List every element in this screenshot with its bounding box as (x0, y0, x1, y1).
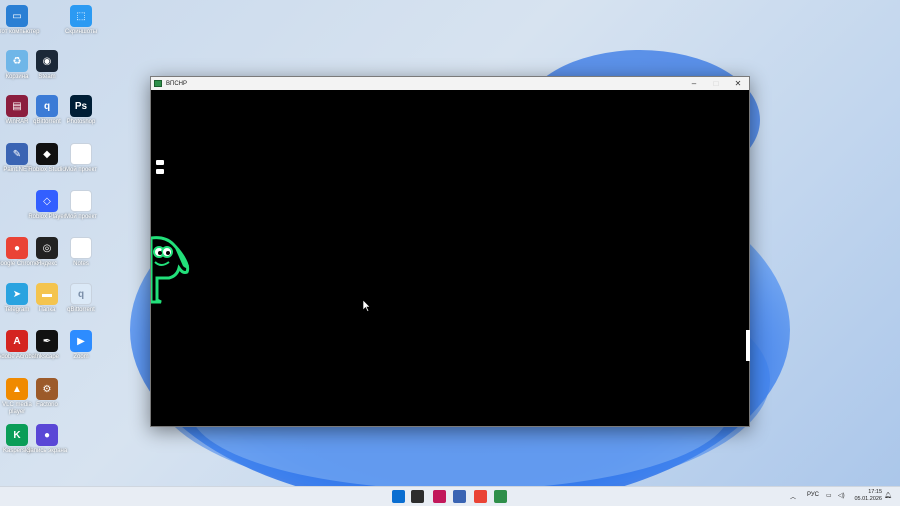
start-button[interactable] (392, 490, 405, 503)
minimize-button[interactable]: – (683, 77, 705, 90)
desktop-icon-label: Photoshop (66, 119, 96, 125)
maximize-button: □ (713, 79, 719, 88)
desktop-icon-label: qBittorrent (67, 307, 95, 313)
qbittorrent-icon: q (36, 95, 58, 117)
desktop-icon[interactable]: ● Запись экрана (24, 424, 70, 455)
desktop-icon[interactable]: ▭ Этот компьютер (0, 5, 40, 36)
file-icon (70, 190, 92, 212)
clock-date: 05.01.2026 (854, 496, 882, 502)
paint-button[interactable] (453, 490, 466, 503)
clock-time: 17:15 (868, 489, 882, 495)
inkscape-icon: ✒ (36, 330, 58, 352)
zoom-icon: ▶ (70, 330, 92, 352)
desktop-icon-label: Zoom (73, 354, 89, 360)
desktop-icon[interactable]: Notes (58, 237, 104, 268)
game-window[interactable]: ВПСНР – □ ✕ (150, 76, 750, 427)
close-button[interactable]: ✕ (727, 77, 749, 90)
file-explorer-button[interactable] (411, 490, 424, 503)
desktop-icon[interactable]: Мой проект (58, 143, 104, 174)
roblox-studio-icon: ◆ (36, 143, 58, 165)
tray-chevron-icon[interactable]: ︿ (790, 492, 796, 501)
desktop-icon[interactable]: ⬚ Скриншоты (58, 5, 104, 36)
network-icon[interactable]: ▭ (826, 492, 832, 499)
desktop-icon-label: Скриншоты (64, 29, 98, 35)
desktop-icon-label: Notes (73, 261, 89, 267)
desktop-icon-label: Steam (38, 74, 56, 80)
notifications-icon[interactable]: 🔔︎ (884, 492, 892, 499)
desktop-icon[interactable]: Мой проект (58, 190, 104, 221)
photoshop-icon: Ps (70, 95, 92, 117)
language-indicator[interactable]: РУС (807, 492, 819, 498)
yandex-icon: ◎ (36, 237, 58, 259)
game-window-button[interactable] (494, 490, 507, 503)
desktop-icon-label: Этот компьютер (0, 29, 40, 35)
mouse-cursor-icon (363, 300, 371, 312)
computer-icon: ▭ (6, 5, 28, 27)
folder-icon: ▬ (36, 283, 58, 305)
screen-record-icon: ● (36, 424, 58, 446)
desktop-icon[interactable]: ⚙ Factorio (24, 378, 70, 409)
window-titlebar[interactable]: ВПСНР – □ ✕ (151, 77, 749, 90)
qbittorrent-icon: q (70, 283, 92, 305)
desktop-icon-label: Мой проект (64, 167, 98, 173)
life-block (156, 160, 164, 165)
paddle (746, 330, 750, 361)
desktop-icon-label: Factorio (36, 402, 58, 408)
roblox-player-icon: ◇ (36, 190, 58, 212)
factorio-icon: ⚙ (36, 378, 58, 400)
desktop-icon[interactable]: ◉ Steam (24, 50, 70, 81)
app-button-red[interactable] (433, 490, 446, 503)
volume-icon[interactable]: ◁) (838, 492, 845, 499)
green-creature-sprite (151, 236, 190, 304)
taskbar: ︿ РУС ▭ ◁) 17:15 05.01.2026 🔔︎ (0, 486, 900, 506)
desktop-icon[interactable]: Ps Photoshop (58, 95, 104, 126)
game-app-icon (154, 80, 162, 87)
desktop-icon[interactable]: q qBittorrent (58, 283, 104, 314)
chrome-button[interactable] (474, 490, 487, 503)
life-block (156, 169, 164, 174)
steam-icon: ◉ (36, 50, 58, 72)
file-icon (70, 143, 92, 165)
desktop-icon[interactable]: ▶ Zoom (58, 330, 104, 361)
desktop-icon-label: Запись экрана (26, 448, 68, 454)
window-title: ВПСНР (166, 80, 187, 87)
file-icon (70, 237, 92, 259)
game-canvas[interactable] (151, 90, 750, 426)
clock[interactable]: 17:15 05.01.2026 (852, 489, 882, 503)
desktop-icon-label: Мой проект (64, 214, 98, 220)
screenshot-icon: ⬚ (70, 5, 92, 27)
